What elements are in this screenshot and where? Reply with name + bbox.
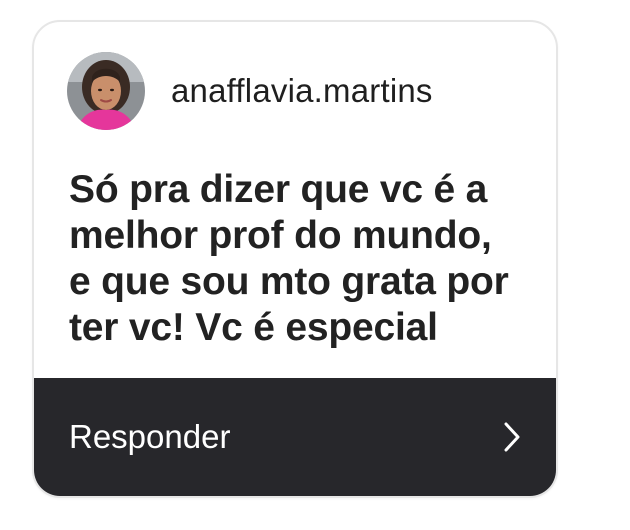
- screen: anafflavia.martins Só pra dizer que vc é…: [0, 0, 630, 530]
- reply-button[interactable]: Responder: [34, 378, 556, 496]
- message-card: anafflavia.martins Só pra dizer que vc é…: [32, 20, 558, 498]
- message-text: Só pra dizer que vc é a melhor prof do m…: [69, 168, 509, 349]
- profile-photo-icon: [67, 52, 145, 130]
- card-header: anafflavia.martins: [67, 52, 433, 130]
- avatar[interactable]: [67, 52, 145, 130]
- reply-label: Responder: [69, 418, 231, 455]
- username[interactable]: anafflavia.martins: [171, 72, 433, 110]
- chevron-right-icon: [504, 422, 520, 452]
